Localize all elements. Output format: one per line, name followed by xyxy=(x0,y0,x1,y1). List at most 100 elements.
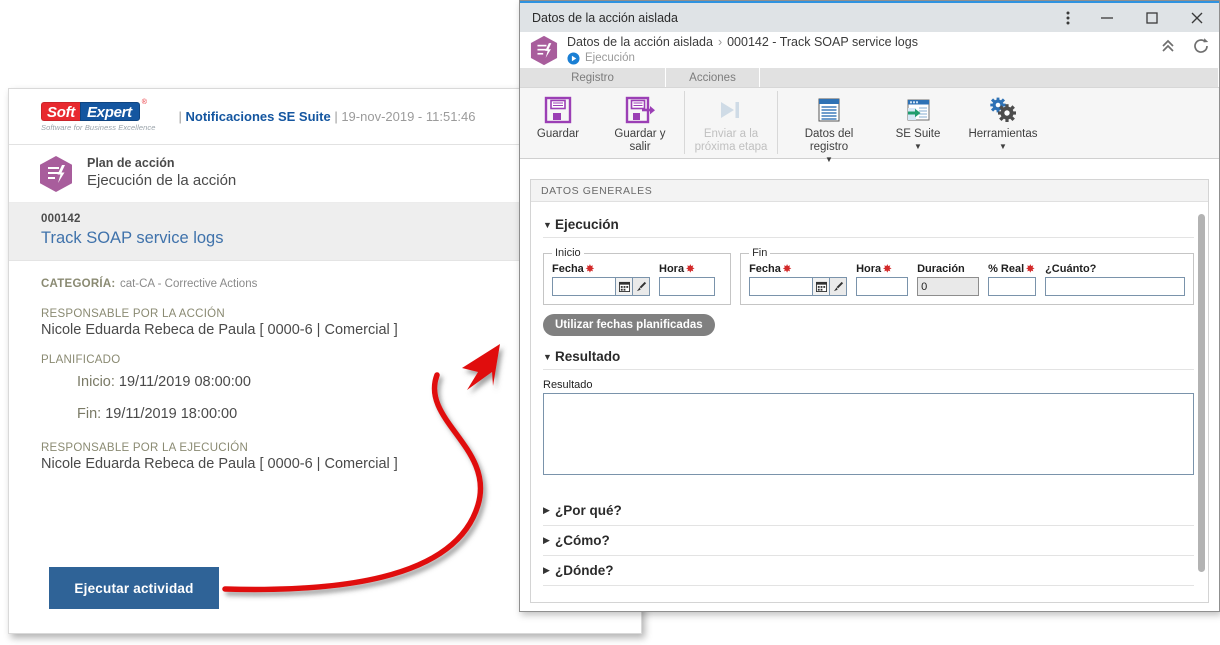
label-text: Hora xyxy=(659,263,685,275)
field-inicio-fecha-label: Fecha ✸ xyxy=(552,263,650,275)
header-title-bold: Notificaciones SE Suite xyxy=(185,109,331,124)
label-text: Fecha xyxy=(552,263,584,275)
form-scroll-region[interactable]: ▼ Ejecución Inicio Fecha ✸ Hora ✸ Fin Fe… xyxy=(531,202,1208,602)
chevron-down-icon[interactable]: ▼ xyxy=(825,156,833,164)
record-data-button[interactable]: Datos del registro ▼ xyxy=(778,88,880,164)
required-marker-icon: ✸ xyxy=(782,264,792,275)
breadcrumb-root[interactable]: Datos de la acción aislada xyxy=(567,35,713,49)
label-text: Fecha xyxy=(749,263,781,275)
breadcrumb-actions xyxy=(1158,36,1211,56)
execute-activity-button[interactable]: Ejecutar actividad xyxy=(49,567,219,609)
accordion-resultado-title: Resultado xyxy=(555,349,621,364)
ribbon-group-stage: Enviar a la próxima etapa xyxy=(685,88,777,159)
kebab-menu-icon[interactable] xyxy=(1052,3,1084,32)
header-pipe-prefix: | xyxy=(178,109,186,124)
inicio-fecha-input[interactable] xyxy=(552,277,616,296)
caret-right-icon: ▶ xyxy=(543,505,550,515)
resultado-textarea[interactable] xyxy=(543,393,1194,475)
ribbon-group-save: Guardar Guardar y salir xyxy=(520,88,684,159)
accordion-como[interactable]: ▶ ¿Cómo? xyxy=(543,526,1194,556)
chevron-down-icon[interactable]: ▼ xyxy=(999,143,1007,151)
se-suite-label: SE Suite xyxy=(895,128,941,140)
stage-row: Ejecución xyxy=(567,52,918,65)
next-stage-button: Enviar a la próxima etapa xyxy=(685,88,777,154)
real-pct-input[interactable] xyxy=(988,277,1037,296)
calendar-icon[interactable] xyxy=(616,277,633,296)
minimize-icon[interactable] xyxy=(1084,3,1129,32)
chevron-down-icon[interactable]: ▼ xyxy=(914,143,922,151)
planned-end-label: Fin: xyxy=(77,406,102,422)
save-and-exit-button[interactable]: Guardar y salir xyxy=(596,88,684,154)
resultado-field-label: Resultado xyxy=(543,379,593,391)
save-icon xyxy=(543,93,573,126)
save-label: Guardar xyxy=(536,128,580,140)
chevron-double-up-icon[interactable] xyxy=(1158,36,1178,56)
group-inicio-legend: Inicio xyxy=(555,247,581,259)
save-and-exit-label: Guardar y salir xyxy=(614,128,666,154)
plan-label: Plan de acción xyxy=(87,155,175,170)
logo-tagline: Software for Business Excellence xyxy=(41,122,156,132)
record-data-icon xyxy=(814,93,844,126)
accordion-ejecucion-title: Ejecución xyxy=(555,217,619,232)
softexpert-logo: Soft Expert ® Software for Business Exce… xyxy=(41,99,156,132)
breadcrumb-separator-icon: › xyxy=(717,35,723,50)
field-duracion: Duración xyxy=(917,263,980,296)
close-icon[interactable] xyxy=(1174,3,1219,32)
tools-label: Herramientas xyxy=(968,128,1038,140)
duracion-input xyxy=(917,277,980,296)
tab-registro[interactable]: Registro xyxy=(520,68,666,87)
section-bar-label: DATOS GENERALES xyxy=(541,184,653,197)
required-marker-icon: ✸ xyxy=(1026,264,1035,275)
breadcrumb-bar: Datos de la acción aislada › 000142 - Trac… xyxy=(520,32,1219,68)
save-button[interactable]: Guardar xyxy=(520,88,596,141)
stage-label: Ejecución xyxy=(585,51,635,64)
ribbon-toolbar: Guardar Guardar y salir Enviar a la próx… xyxy=(520,88,1219,164)
next-stage-icon xyxy=(715,93,747,126)
fin-hora-input[interactable] xyxy=(856,277,909,296)
calendar-icon[interactable] xyxy=(813,277,831,296)
cuanto-input[interactable] xyxy=(1045,277,1185,296)
inicio-hora-input[interactable] xyxy=(659,277,715,296)
accordion-donde[interactable]: ▶ ¿Dónde? xyxy=(543,556,1194,586)
required-marker-icon: ✸ xyxy=(686,264,695,275)
label-text: % Real xyxy=(988,263,1025,275)
window-title: Datos de la acción aislada xyxy=(532,10,678,25)
action-plan-hex-icon xyxy=(530,35,558,66)
execution-fields: Inicio Fecha ✸ Hora ✸ Fin Fecha ✸ Hora ✸… xyxy=(543,247,1194,305)
caret-right-icon: ▶ xyxy=(543,535,550,545)
vertical-scrollbar-thumb[interactable] xyxy=(1198,214,1205,572)
se-suite-icon xyxy=(903,93,933,126)
group-inicio: Inicio Fecha ✸ Hora ✸ xyxy=(543,247,732,305)
refresh-icon[interactable] xyxy=(1191,36,1211,56)
accordion-resultado[interactable]: ▼ Resultado xyxy=(543,344,1194,370)
use-planned-dates-button[interactable]: Utilizar fechas planificadas xyxy=(543,314,715,336)
se-suite-button[interactable]: SE Suite ▼ xyxy=(880,88,956,151)
accordion-por-que[interactable]: ▶ ¿Por qué? xyxy=(543,496,1194,526)
breadcrumb-current: 000142 - Track SOAP service logs xyxy=(727,35,918,50)
caret-down-icon: ▼ xyxy=(543,351,552,362)
field-inicio-hora: Hora ✸ xyxy=(659,263,715,296)
planned-end-value: 19/11/2019 18:00:00 xyxy=(105,406,238,422)
accordion-por-que-title: ¿Por qué? xyxy=(555,503,622,518)
category-label: CATEGORÍA: xyxy=(41,278,116,290)
tools-button[interactable]: Herramientas ▼ xyxy=(956,88,1050,151)
maximize-icon[interactable] xyxy=(1129,3,1174,32)
planned-start-value: 19/11/2019 08:00:00 xyxy=(118,374,251,390)
breadcrumb-text: Datos de la acción aislada › 000142 - Trac… xyxy=(567,35,918,65)
group-fin-legend: Fin xyxy=(752,247,768,259)
save-and-exit-icon xyxy=(624,93,656,126)
label-text: Hora xyxy=(856,263,882,275)
accordion-ejecucion[interactable]: ▼ Ejecución xyxy=(543,212,1194,238)
logo-soft-text: Soft xyxy=(41,101,80,121)
header-title-date: | 19-nov-2019 - 11:51:46 xyxy=(330,109,476,124)
fin-fecha-input[interactable] xyxy=(749,277,814,296)
field-inicio-hora-label: Hora ✸ xyxy=(659,263,715,275)
required-marker-icon: ✸ xyxy=(883,264,892,275)
action-plan-hex-icon xyxy=(39,155,73,193)
accordion-como-title: ¿Cómo? xyxy=(555,533,610,548)
plan-subtitle: Ejecución de la acción xyxy=(87,172,237,190)
brush-clear-icon[interactable] xyxy=(830,277,848,296)
tab-acciones[interactable]: Acciones xyxy=(666,68,760,87)
email-header-title: | Notificaciones SE Suite | 19-nov-2019 … xyxy=(179,109,476,124)
brush-clear-icon[interactable] xyxy=(633,277,650,296)
